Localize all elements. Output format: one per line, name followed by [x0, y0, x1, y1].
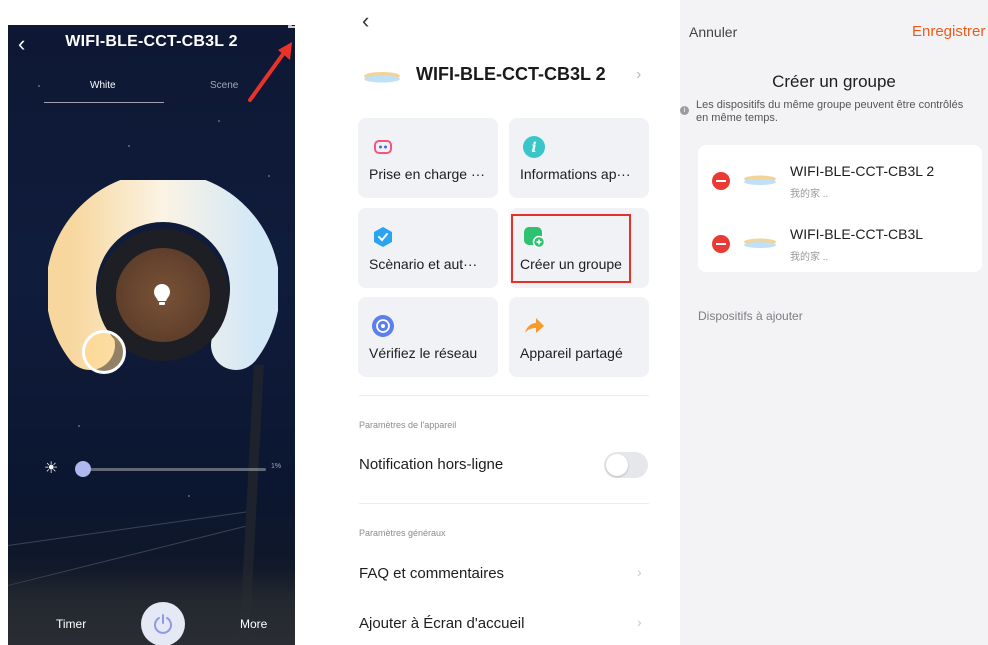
tile-information[interactable]: i Informations ap··· — [509, 118, 649, 198]
highlight-box — [511, 214, 631, 283]
toggle-knob — [606, 454, 628, 476]
brightness-slider-thumb[interactable] — [74, 461, 91, 477]
remove-icon[interactable] — [712, 172, 730, 190]
ceiling-lamp-icon — [744, 175, 776, 185]
edit-icon[interactable] — [286, 10, 304, 28]
brightness-icon: ☀ — [44, 460, 59, 477]
member-name: WIFI-BLE-CCT-CB3L — [790, 226, 924, 242]
section-general-settings: Paramètres généraux — [359, 528, 446, 538]
member-home: 我的家 .. — [790, 252, 829, 263]
timer-button[interactable]: Timer — [56, 617, 86, 631]
share-icon — [525, 318, 544, 333]
chevron-right-icon: › — [637, 614, 642, 630]
device-title[interactable]: WIFI-BLE-CCT-CB3L 2 — [416, 64, 606, 85]
chevron-right-icon: › — [636, 66, 642, 83]
cancel-button[interactable]: Annuler — [689, 24, 737, 40]
mode-tabs: White Scene — [44, 80, 264, 106]
page-title: Créer un groupe — [772, 72, 896, 91]
power-button[interactable] — [141, 602, 185, 645]
network-icon — [372, 315, 394, 337]
tab-white[interactable]: White — [90, 80, 116, 91]
create-group-screen: Annuler Enregistrer Créer un groupe i Le… — [680, 0, 988, 645]
tile-label: Informations ap··· — [520, 166, 631, 182]
device-settings-screen: ‹ WIFI-BLE-CCT-CB3L 2 › Prise en charge … — [348, 0, 658, 645]
ceiling-lamp-icon — [744, 238, 776, 248]
section-device-settings: Paramètres de l'appareil — [359, 420, 457, 430]
chevron-right-icon: › — [637, 564, 642, 580]
tile-label: Scènario et aut··· — [369, 256, 478, 272]
brightness-slider[interactable] — [76, 468, 266, 471]
speaker-icon — [374, 140, 392, 154]
tile-label: Vérifiez le réseau — [369, 345, 478, 361]
divider — [359, 395, 649, 396]
group-members-card: WIFI-BLE-CCT-CB3L 2 我的家 .. WIFI-BLE-CCT-… — [698, 145, 982, 272]
annotation-arrow-icon — [248, 42, 292, 102]
tab-underline — [44, 102, 164, 103]
tile-label: Appareil partagé — [520, 345, 623, 361]
bulb-icon — [154, 284, 170, 305]
add-home-screen-row[interactable]: Ajouter à Écran d'accueil — [359, 615, 524, 632]
brightness-value: 1% — [271, 463, 282, 470]
save-button[interactable]: Enregistrer — [912, 23, 985, 40]
tile-shared-device[interactable]: Appareil partagé — [509, 297, 649, 377]
offline-notification-label: Notification hors-ligne — [359, 456, 504, 473]
light-control-screen: ‹ WIFI-BLE-CCT-CB3L 2 White Scene ☀ 1% T… — [8, 25, 295, 645]
info-icon: i — [523, 136, 545, 158]
faq-row[interactable]: FAQ et commentaires — [359, 565, 504, 582]
svg-text:i: i — [531, 140, 536, 156]
temperature-handle[interactable] — [82, 330, 126, 374]
info-icon: i — [680, 106, 689, 115]
member-name: WIFI-BLE-CCT-CB3L 2 — [790, 163, 935, 179]
tile-check-network[interactable]: Vérifiez le réseau — [358, 297, 498, 377]
back-icon[interactable]: ‹ — [362, 10, 369, 32]
divider — [359, 503, 649, 504]
remove-icon[interactable] — [712, 235, 730, 253]
tab-scene[interactable]: Scene — [210, 80, 238, 91]
member-home: 我的家 .. — [790, 189, 829, 200]
power-icon — [154, 614, 172, 634]
ceiling-lamp-icon — [364, 72, 400, 83]
group-member-row: WIFI-BLE-CCT-CB3L 2 我的家 .. — [698, 149, 982, 200]
screenshot: ‹ WIFI-BLE-CCT-CB3L 2 White Scene ☀ 1% T… — [0, 0, 988, 645]
more-button[interactable]: More — [240, 617, 267, 631]
group-description: Les dispositifs du même groupe peuvent ê… — [696, 99, 964, 124]
scenario-icon — [374, 227, 392, 247]
tile-label: Prise en charge ··· — [369, 166, 485, 182]
background-wire — [8, 510, 256, 546]
group-member-row: WIFI-BLE-CCT-CB3L 我的家 .. — [698, 212, 982, 263]
tile-support[interactable]: Prise en charge ··· — [358, 118, 498, 198]
offline-notification-toggle[interactable] — [604, 452, 648, 478]
devices-to-add-label: Dispositifs à ajouter — [698, 309, 803, 323]
tile-scenario[interactable]: Scènario et aut··· — [358, 208, 498, 288]
